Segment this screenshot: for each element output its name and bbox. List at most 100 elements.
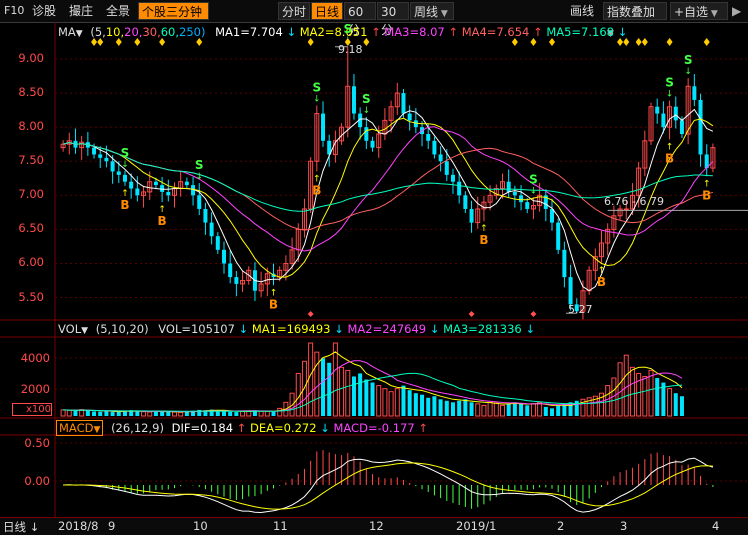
volume-bar	[679, 396, 684, 416]
diamond-marker-icon	[363, 38, 370, 46]
volume-bar	[457, 400, 462, 416]
volume-bar	[401, 385, 406, 416]
diamond-marker-icon	[196, 38, 203, 46]
candle-body	[184, 181, 189, 186]
panorama-button[interactable]: 全景	[106, 3, 130, 19]
down-arrow-icon: ↓	[26, 520, 40, 534]
vol-name[interactable]: VOL	[58, 322, 81, 336]
bid-button[interactable]: 撮庄	[69, 3, 93, 19]
volume-bar	[66, 409, 72, 417]
candle-body	[153, 181, 158, 186]
sell-arrow-icon: ↓	[666, 90, 674, 100]
volume-bar	[178, 411, 184, 417]
volume-bar	[110, 412, 115, 416]
minute3-button[interactable]: 个股三分钟	[138, 2, 209, 20]
f10-button[interactable]: F10	[4, 3, 24, 19]
diamond-marker-icon	[549, 38, 555, 46]
chevron-down-icon: ▼	[438, 9, 448, 19]
volume-bar	[450, 402, 455, 416]
candle-body	[370, 140, 375, 148]
sell-arrow-icon: ↓	[363, 106, 371, 116]
volume-bar	[463, 399, 468, 416]
candle-body	[401, 93, 406, 114]
more-icon[interactable]: ▶	[732, 3, 741, 19]
date-tick: 2	[557, 519, 565, 533]
kline-chart[interactable]: ↑B↑B↑B↑B↑B↑B↑B↑BS↓S↓S↓S↓S↓S↓S↓S↓	[0, 22, 748, 518]
diamond-marker-icon	[307, 311, 314, 317]
volume-bar	[166, 411, 171, 416]
candle-body	[525, 202, 530, 209]
candle-body	[655, 106, 660, 114]
diamond-marker-icon	[703, 38, 710, 46]
volume-bar	[623, 354, 629, 417]
sell-signal: S	[684, 53, 693, 67]
candle-body	[215, 236, 220, 250]
candle-body	[135, 188, 140, 196]
volume-bar	[345, 369, 351, 417]
sell-arrow-icon: ↓	[195, 172, 203, 182]
volume-bar	[636, 372, 642, 417]
volume-bar	[388, 391, 394, 417]
candle-body	[110, 161, 115, 172]
down-arrow-icon: ↓	[521, 322, 536, 336]
vol-ma1-value: MA1=169493	[251, 322, 331, 336]
candle-body	[562, 249, 567, 278]
index-overlay-dropdown[interactable]: 指数叠加 ▼	[603, 2, 667, 39]
add-watch-dropdown[interactable]: +自选 ▼	[670, 2, 728, 20]
up-arrow-icon: ↑	[233, 421, 250, 435]
volume-bar	[314, 351, 320, 417]
diamond-marker-icon	[97, 38, 104, 46]
period-selector[interactable]: 日线 ↓	[3, 519, 39, 535]
dif-value: DIF=0.184	[171, 421, 234, 435]
diagnose-button[interactable]: 诊股	[32, 3, 56, 19]
chevron-down-icon: ▼	[708, 9, 718, 19]
volume-bar	[629, 366, 635, 417]
range-price-label: 6.76 - 6.79	[604, 195, 664, 208]
macd-selector[interactable]: MACD▼	[56, 420, 104, 436]
volume-bar	[258, 410, 264, 417]
candle-body	[469, 208, 474, 223]
volume-bar	[60, 409, 66, 417]
huaxian-button[interactable]: 画线	[570, 3, 594, 19]
candle-body	[450, 174, 455, 182]
candle-body	[228, 263, 233, 278]
low-price-label: 5.27	[568, 303, 593, 316]
volume-bar	[487, 401, 493, 417]
volume-bar	[222, 411, 226, 416]
candle-body	[444, 161, 449, 175]
candle-body	[512, 191, 517, 196]
buy-signal: B	[665, 151, 674, 165]
sell-signal: S	[529, 172, 538, 186]
volume-bar	[234, 412, 239, 416]
volume-bar	[556, 405, 561, 416]
rixian-button[interactable]: 日线	[311, 2, 343, 20]
candle-body	[623, 208, 629, 211]
volume-bar	[493, 402, 499, 417]
volume-bar	[550, 408, 554, 416]
diamond-marker-icon	[530, 311, 537, 317]
candle-body	[692, 86, 697, 100]
index-overlay-label: 指数叠加	[607, 5, 656, 19]
candle-body	[463, 195, 468, 209]
down-arrow-icon: ↓	[234, 322, 252, 336]
volume-bar	[327, 362, 332, 416]
volume-bar	[537, 401, 543, 417]
volume-bar	[116, 411, 121, 416]
add-watch-label: +自选	[674, 5, 709, 19]
m60-button[interactable]: 60分	[344, 2, 376, 37]
down-arrow-icon: ↓	[330, 322, 348, 336]
m30-button[interactable]: 30分	[377, 2, 409, 37]
buy-signal: B	[702, 188, 711, 202]
volume-bar	[432, 396, 437, 416]
candle-body	[129, 181, 134, 189]
macd-value: MACD=-0.177	[333, 421, 415, 435]
buy-signal: B	[269, 297, 278, 311]
volume-bar	[289, 392, 295, 417]
volume-bar	[420, 394, 425, 416]
volume-bar	[407, 390, 412, 416]
fenshi-button[interactable]: 分时	[278, 2, 310, 20]
sell-signal: S	[195, 158, 204, 172]
zhouxian-dropdown[interactable]: 周线 ▼	[410, 2, 454, 20]
diamond-marker-icon	[307, 38, 314, 46]
macd-axis-000: 0.00	[24, 474, 50, 488]
